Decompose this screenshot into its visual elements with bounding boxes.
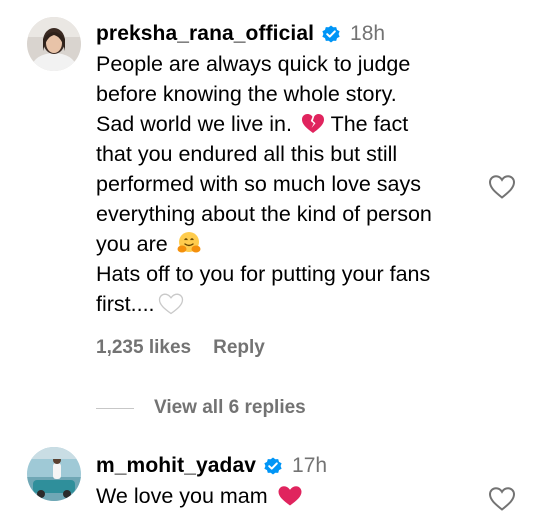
avatar[interactable] xyxy=(27,17,81,71)
comment-line: everything about the kind of person xyxy=(96,202,432,226)
comment-actions: 1,235 likes Reply xyxy=(96,337,483,359)
comment-line: before knowing the whole story. xyxy=(96,82,397,106)
hugging-face-icon xyxy=(177,231,201,255)
comment-line: you are xyxy=(96,229,483,259)
view-replies-button[interactable]: View all 6 replies xyxy=(96,397,306,419)
comment-text: We love you mam xyxy=(96,481,483,511)
likes-count[interactable]: 1,235 likes xyxy=(96,337,191,359)
comment-body: preksha_rana_official 18h People are alw… xyxy=(96,19,483,359)
timestamp: 17h xyxy=(292,454,328,477)
username[interactable]: m_mohit_yadav xyxy=(96,454,256,478)
comment-line-text: We love you mam xyxy=(96,484,268,508)
comment-line: first.... xyxy=(96,289,483,319)
comment-line: People are always quick to judge xyxy=(96,52,411,76)
comment-line: performed with so much love says xyxy=(96,172,422,196)
comment-line: We love you mam xyxy=(96,481,483,511)
view-replies-label: View all 6 replies xyxy=(154,397,306,418)
comment-line: Sad world we live in. The fact xyxy=(96,109,483,139)
comment-text: People are always quick to judge before … xyxy=(96,49,483,319)
comment-body: m_mohit_yadav 17h We love you mam xyxy=(96,451,483,511)
red-heart-icon xyxy=(277,485,303,507)
comment-line: that you endured all this but still xyxy=(96,142,398,166)
reply-button[interactable]: Reply xyxy=(213,337,265,359)
like-heart-icon[interactable] xyxy=(488,174,516,200)
broken-heart-icon xyxy=(301,113,325,135)
timestamp: 18h xyxy=(350,22,386,45)
comment-line-text: first.... xyxy=(96,292,155,316)
comment-meta: preksha_rana_official 18h xyxy=(96,19,483,49)
comment-line-text: Sad world we live in. xyxy=(96,112,292,136)
divider-line xyxy=(96,407,134,409)
avatar[interactable] xyxy=(27,447,81,501)
username[interactable]: preksha_rana_official xyxy=(96,22,314,46)
comment-line: Hats off to you for putting your fans xyxy=(96,262,431,286)
like-heart-icon[interactable] xyxy=(488,486,516,512)
white-heart-icon xyxy=(158,293,184,315)
comment-line-text: The fact xyxy=(330,112,409,136)
verified-badge-icon xyxy=(321,24,341,44)
comment-line-text: you are xyxy=(96,232,168,256)
verified-badge-icon xyxy=(263,456,283,476)
comment-meta: m_mohit_yadav 17h xyxy=(96,451,483,481)
